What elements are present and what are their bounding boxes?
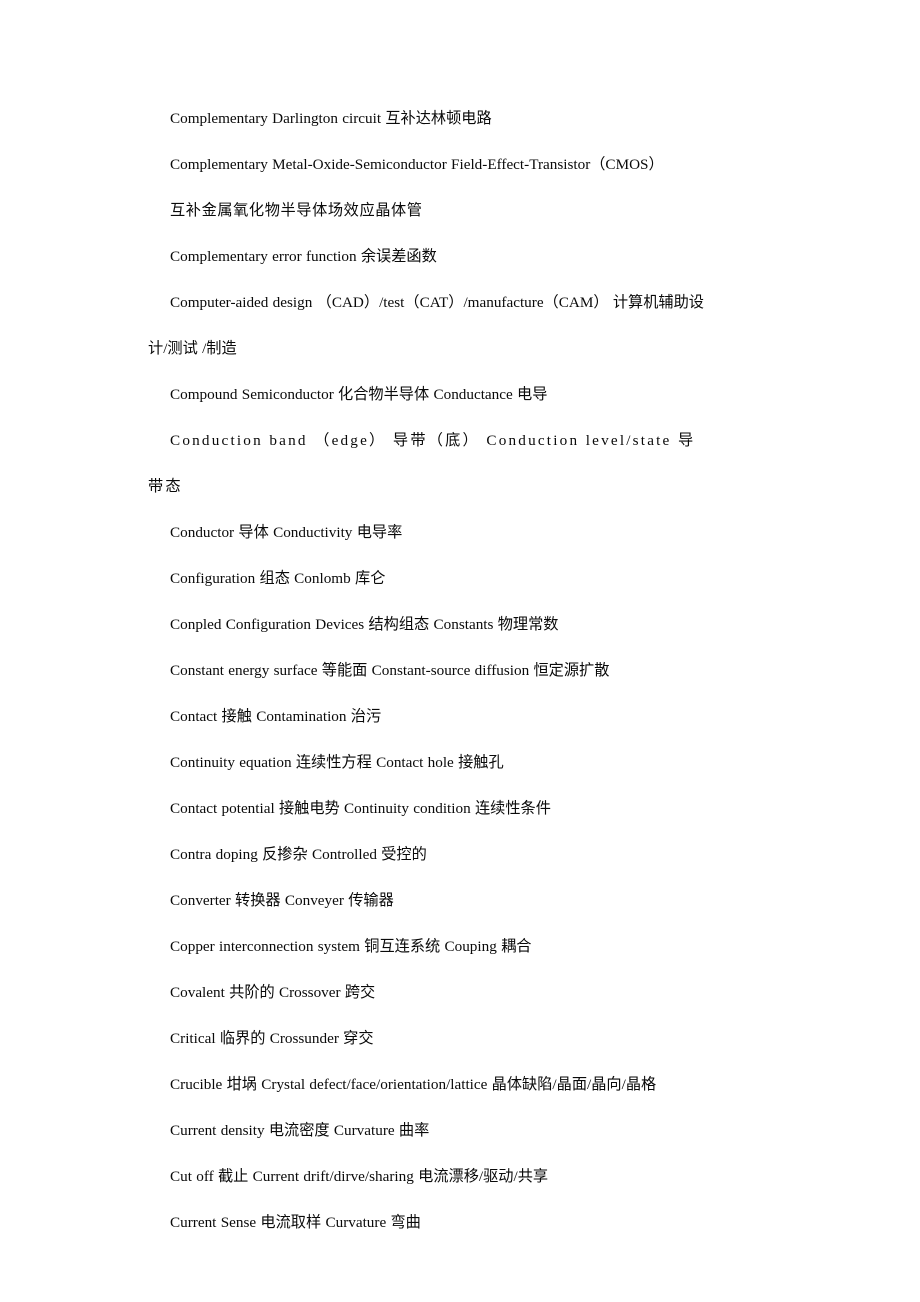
glossary-entry: Conpled Configuration Devices 结构组态 Const… xyxy=(170,616,559,633)
glossary-entry: Conduction band （edge） 导带（底） Conduction … xyxy=(148,432,696,495)
document-page: Complementary Darlington circuit 互补达林顿电路… xyxy=(0,0,920,1302)
glossary-entry: Copper interconnection system 铜互连系统 Coup… xyxy=(170,938,532,955)
glossary-entry: 互补金属氧化物半导体场效应晶体管 xyxy=(170,202,423,219)
glossary-entry: Complementary Metal-Oxide-Semiconductor … xyxy=(170,156,664,173)
glossary-entry: Configuration 组态 Conlomb 库仑 xyxy=(170,570,386,587)
glossary-entry: Contra doping 反掺杂 Controlled 受控的 xyxy=(170,846,427,863)
glossary-entry: Converter 转换器 Conveyer 传输器 xyxy=(170,892,394,909)
glossary-entry: Complementary error function 余误差函数 xyxy=(170,248,437,265)
glossary-list: Complementary Darlington circuit 互补达林顿电路… xyxy=(148,96,708,1246)
glossary-entry: Crucible 坩埚 Crystal defect/face/orientat… xyxy=(170,1076,657,1093)
glossary-entry: Contact potential 接触电势 Continuity condit… xyxy=(170,800,551,817)
glossary-entry: Constant energy surface 等能面 Constant-sou… xyxy=(170,662,610,679)
glossary-entry: Covalent 共阶的 Crossover 跨交 xyxy=(170,984,376,1001)
glossary-entry: Complementary Darlington circuit 互补达林顿电路 xyxy=(170,110,492,127)
glossary-entry: Critical 临界的 Crossunder 穿交 xyxy=(170,1030,374,1047)
glossary-entry: Compound Semiconductor 化合物半导体 Conductanc… xyxy=(170,386,548,403)
glossary-entry: Computer-aided design （CAD）/test（CAT）/ma… xyxy=(148,294,704,357)
glossary-entry: Contact 接触 Contamination 治污 xyxy=(170,708,382,725)
glossary-entry: Current density 电流密度 Curvature 曲率 xyxy=(170,1122,430,1139)
glossary-entry: Conductor 导体 Conductivity 电导率 xyxy=(170,524,403,541)
glossary-entry: Cut off 截止 Current drift/dirve/sharing 电… xyxy=(170,1168,549,1185)
glossary-entry: Current Sense 电流取样 Curvature 弯曲 xyxy=(170,1214,421,1231)
glossary-entry: Continuity equation 连续性方程 Contact hole 接… xyxy=(170,754,504,771)
